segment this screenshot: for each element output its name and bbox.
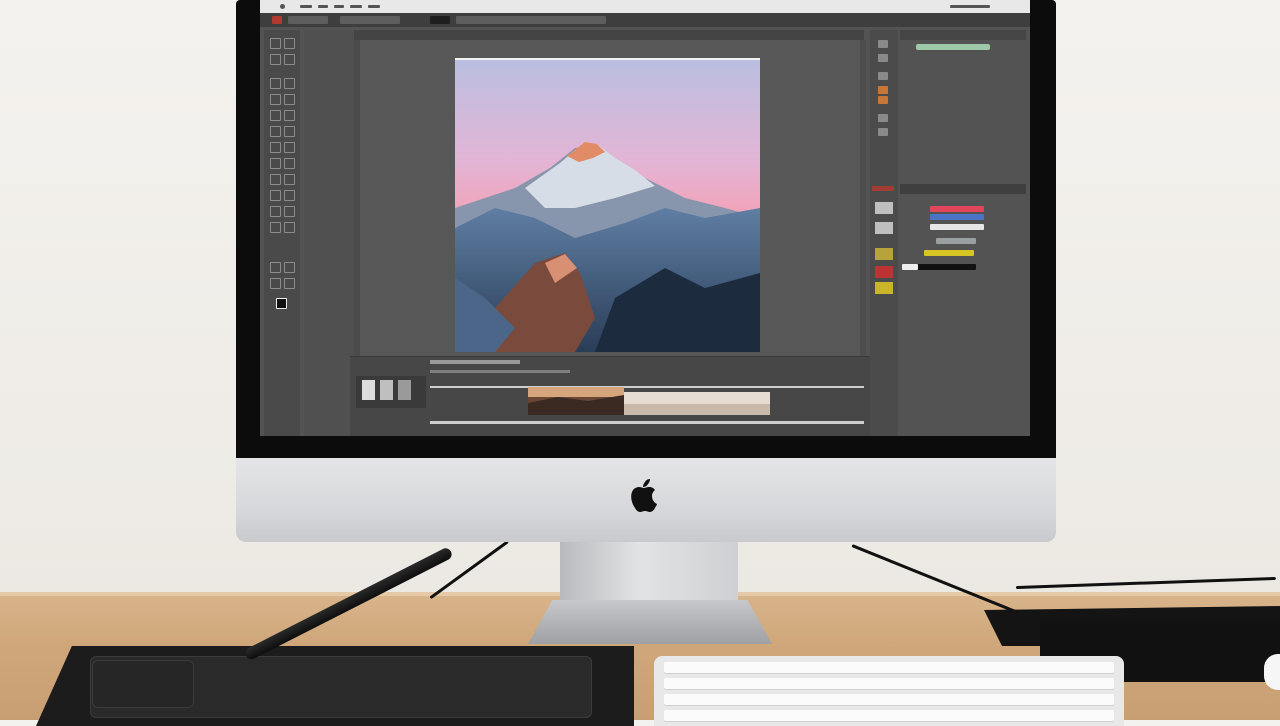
swatch-gray[interactable] [936, 238, 976, 244]
timeline-thumb[interactable] [398, 380, 411, 400]
tool-icon[interactable] [284, 206, 295, 217]
panel-slider[interactable] [916, 44, 990, 50]
panel-tab-active[interactable] [872, 186, 894, 191]
timeline-track [430, 386, 864, 388]
wand-icon[interactable] [284, 54, 295, 65]
stamp-icon[interactable] [270, 110, 281, 121]
layer-thumb[interactable] [875, 222, 893, 234]
foreground-color-icon[interactable] [276, 298, 287, 309]
shape-icon[interactable] [284, 174, 295, 185]
status-icon[interactable] [950, 5, 990, 8]
marquee-icon[interactable] [284, 38, 295, 49]
tool-icon[interactable] [270, 222, 281, 233]
timeline-thumb[interactable] [362, 380, 375, 400]
layer-thumb[interactable] [875, 266, 893, 278]
timeline-clip[interactable] [624, 392, 770, 415]
swatch-blue[interactable] [930, 214, 984, 220]
panel-icon[interactable] [878, 54, 888, 62]
timeline-track [430, 421, 864, 424]
menu-item[interactable] [350, 5, 362, 8]
brush-icon[interactable] [284, 94, 295, 105]
dodge-icon[interactable] [284, 142, 295, 153]
timeline-clip[interactable] [528, 387, 624, 415]
menu-bar [260, 0, 1030, 13]
option-chip[interactable] [340, 16, 400, 24]
swatch-white-small[interactable] [902, 264, 918, 270]
imac-foot [528, 600, 772, 644]
lasso-icon[interactable] [270, 54, 281, 65]
menu-item[interactable] [368, 5, 380, 8]
tool-icon[interactable] [270, 206, 281, 217]
option-chip[interactable] [456, 16, 606, 24]
vertical-scrollbar[interactable] [860, 40, 866, 358]
zoom-icon[interactable] [284, 190, 295, 201]
swatch-yellow[interactable] [924, 250, 974, 256]
move-icon[interactable] [270, 38, 281, 49]
tool-preset-icon[interactable] [272, 16, 282, 24]
panel-icon[interactable] [878, 86, 888, 94]
path-icon[interactable] [270, 174, 281, 185]
apple-menu-icon[interactable] [280, 4, 285, 9]
mouse[interactable] [1264, 654, 1280, 690]
collapsed-panel-strip [304, 30, 354, 436]
pen-icon[interactable] [270, 158, 281, 169]
panel-icon[interactable] [878, 114, 888, 122]
options-bar [260, 13, 1030, 27]
apple-icon [631, 479, 657, 512]
panel-icon[interactable] [878, 96, 888, 104]
menu-item[interactable] [334, 5, 344, 8]
layer-thumb[interactable] [875, 248, 893, 260]
key-row[interactable] [664, 662, 1114, 673]
panel-icon[interactable] [878, 72, 888, 80]
swatch-white[interactable] [930, 224, 984, 230]
timeline-title [430, 360, 520, 364]
history-icon[interactable] [284, 110, 295, 121]
option-chip[interactable] [288, 16, 328, 24]
timeline-subtitle [430, 370, 570, 373]
eraser-icon[interactable] [270, 126, 281, 137]
swatch-red[interactable] [930, 206, 984, 212]
canvas-frame-edge [455, 58, 760, 60]
layer-thumb[interactable] [875, 282, 893, 294]
keyboard [654, 656, 1124, 726]
timeline-thumbnails [356, 376, 426, 408]
panel-icon[interactable] [878, 40, 888, 48]
vertical-ruler [354, 40, 360, 358]
crop-icon[interactable] [270, 78, 281, 89]
panel-tabs[interactable] [900, 184, 1026, 194]
document-tab[interactable] [354, 30, 864, 40]
toolbox [264, 30, 300, 436]
panel-icon[interactable] [878, 128, 888, 136]
key-row[interactable] [664, 710, 1114, 721]
hand-icon[interactable] [270, 190, 281, 201]
imac-screen [260, 0, 1030, 436]
tool-icon[interactable] [284, 262, 295, 273]
heal-icon[interactable] [270, 94, 281, 105]
tool-icon[interactable] [284, 222, 295, 233]
menu-item[interactable] [300, 5, 312, 8]
eyedropper-icon[interactable] [284, 78, 295, 89]
right-panel [900, 30, 1026, 436]
key-row[interactable] [664, 694, 1114, 705]
key-row[interactable] [664, 678, 1114, 689]
cable-right-2 [1015, 576, 1276, 589]
layer-thumb[interactable] [875, 202, 893, 214]
canvas-mountain-image[interactable] [455, 58, 760, 352]
menu-item[interactable] [318, 5, 328, 8]
tablet-button[interactable] [92, 660, 194, 708]
tool-icon[interactable] [270, 262, 281, 273]
blur-icon[interactable] [270, 142, 281, 153]
timeline-thumb[interactable] [380, 380, 393, 400]
gradient-icon[interactable] [284, 126, 295, 137]
tool-icon[interactable] [270, 278, 281, 289]
option-chip[interactable] [430, 16, 450, 24]
tool-icon[interactable] [284, 278, 295, 289]
panel-header[interactable] [900, 30, 1026, 40]
layers-icon [872, 196, 898, 296]
type-icon[interactable] [284, 158, 295, 169]
